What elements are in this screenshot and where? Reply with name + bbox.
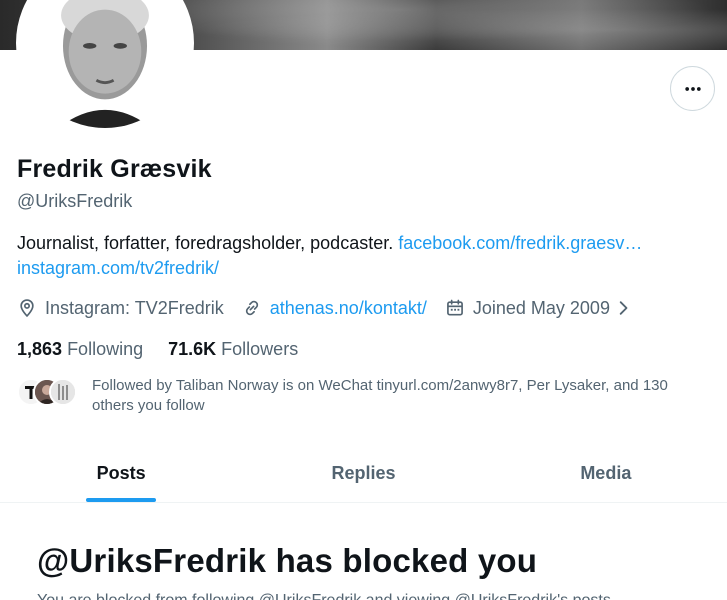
calendar-icon: [446, 299, 463, 316]
following-label: Following: [67, 339, 144, 359]
blocked-title: @UriksFredrik has blocked you: [37, 542, 538, 579]
chevron-right-icon: [619, 301, 628, 315]
tab-media-label: Media: [580, 463, 632, 483]
blocked-subtitle: You are blocked from following @UriksFre…: [37, 592, 615, 600]
active-tab-indicator: [86, 498, 157, 502]
avatar-photo: [20, 0, 190, 128]
profile-location: Instagram: TV2Fredrik: [17, 298, 224, 319]
profile-bio: Journalist, forfatter, foredragsholder, …: [17, 231, 707, 281]
following-count: 1,863: [17, 339, 63, 359]
profile-name: Fredrik Græsvik: [17, 155, 212, 183]
follower-avatar: [49, 378, 77, 406]
bio-link-instagram[interactable]: instagram.com/tv2fredrik/: [17, 258, 219, 278]
followers-label: Followers: [221, 339, 299, 359]
location-pin-icon: [20, 299, 34, 318]
profile-joined[interactable]: Joined May 2009: [445, 298, 632, 319]
profile-avatar[interactable]: [16, 0, 194, 132]
bio-text: Journalist, forfatter, foredragsholder, …: [17, 233, 399, 253]
profile-website[interactable]: athenas.no/kontakt/: [242, 298, 427, 319]
more-options-button[interactable]: [670, 66, 715, 111]
profile-stats: 1,863 Following 71.6K Followers: [17, 339, 323, 360]
link-icon: [245, 300, 258, 316]
followers-stat[interactable]: 71.6K Followers: [168, 339, 298, 360]
profile-tabs: Posts Replies Media: [0, 445, 727, 503]
following-stat[interactable]: 1,863 Following: [17, 339, 143, 360]
more-horizontal-icon: [684, 86, 701, 91]
website-link[interactable]: athenas.no/kontakt/: [270, 298, 427, 319]
followers-count: 71.6K: [168, 339, 217, 359]
tab-posts-label: Posts: [96, 463, 146, 483]
tab-replies[interactable]: Replies: [242, 445, 484, 502]
joined-text: Joined May 2009: [472, 297, 610, 318]
followed-by-text: Followed by Taliban Norway is on WeChat …: [92, 377, 668, 414]
followed-by[interactable]: Followed by Taliban Norway is on WeChat …: [17, 376, 702, 416]
location-text: Instagram: TV2Fredrik: [45, 297, 224, 318]
tab-replies-label: Replies: [331, 463, 396, 483]
follower-photo: [51, 380, 75, 404]
profile-handle: @UriksFredrik: [17, 191, 133, 211]
tab-posts[interactable]: Posts: [0, 445, 242, 502]
profile-meta: Instagram: TV2Fredrik athenas.no/kontakt…: [17, 295, 650, 321]
tab-media[interactable]: Media: [485, 445, 727, 502]
bio-link-facebook[interactable]: facebook.com/fredrik.graesv…: [398, 233, 642, 253]
followed-by-avatars: [17, 378, 79, 408]
